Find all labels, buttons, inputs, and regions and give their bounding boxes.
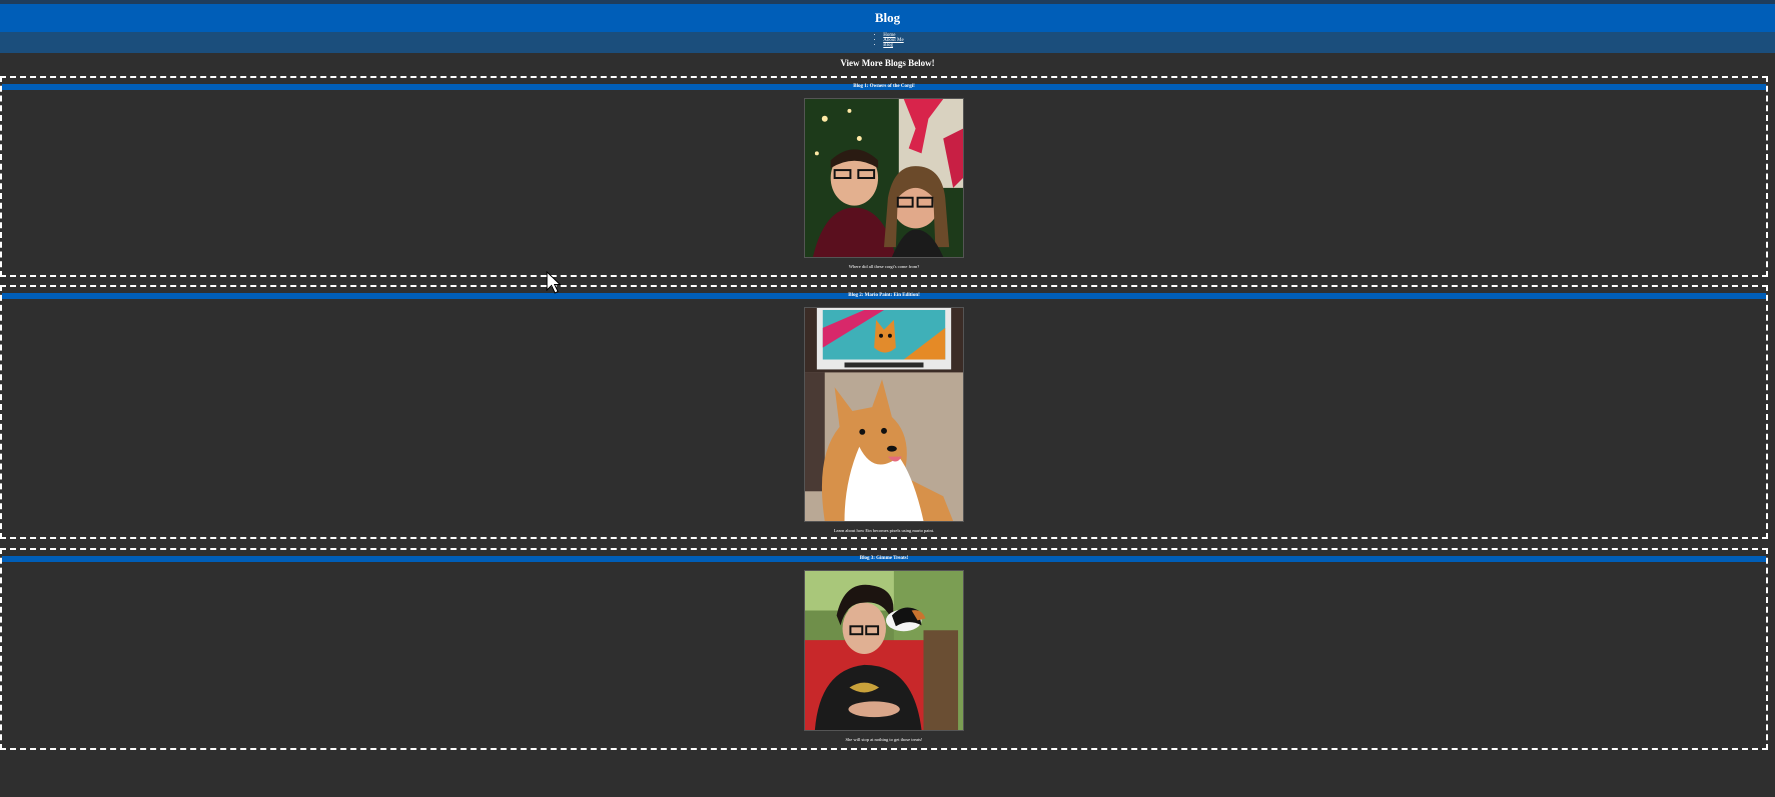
- blog-card-1: Blog 1: Owners of the Corgi! Where did a…: [0, 76, 1768, 277]
- blog-caption-1: Where did all these corgi's come from?: [848, 264, 920, 269]
- blog-card-3: Blog 3: Gimme Treats! She will stop at n…: [0, 548, 1768, 750]
- blogs-subheading: View More Blogs Below!: [840, 58, 935, 68]
- mouse-pointer-icon: [546, 271, 562, 294]
- blog-image-2[interactable]: [804, 307, 964, 522]
- page: Blog Home About Me Blog View More Blogs …: [0, 0, 1775, 797]
- blog-card-2: Blog 2: Mario Paint: Ein Edition! Learn …: [0, 285, 1768, 539]
- blog-title-3[interactable]: Blog 3: Gimme Treats!: [2, 556, 1766, 562]
- blog-caption-2: Learn about how Ein becomes pixels using…: [833, 528, 935, 533]
- nav-list: Home About Me Blog: [871, 33, 903, 53]
- blog-image-3[interactable]: [804, 570, 964, 731]
- blog-caption-3: She will stop at nothing to get those tr…: [845, 737, 923, 742]
- nav-item-blog: Blog: [883, 43, 903, 48]
- page-title: Blog: [874, 10, 901, 25]
- site-header: Blog: [0, 4, 1775, 32]
- man-with-cat-photo-icon: [805, 571, 963, 730]
- blog-title-1[interactable]: Blog 1: Owners of the Corgi!: [2, 84, 1766, 90]
- blog-image-1[interactable]: [804, 98, 964, 258]
- main-nav: Home About Me Blog: [0, 32, 1775, 53]
- blog-title-2[interactable]: Blog 2: Mario Paint: Ein Edition!: [2, 293, 1766, 299]
- couple-photo-icon: [805, 99, 963, 257]
- nav-link-blog[interactable]: Blog: [883, 43, 893, 48]
- corgi-photo-icon: [805, 308, 963, 521]
